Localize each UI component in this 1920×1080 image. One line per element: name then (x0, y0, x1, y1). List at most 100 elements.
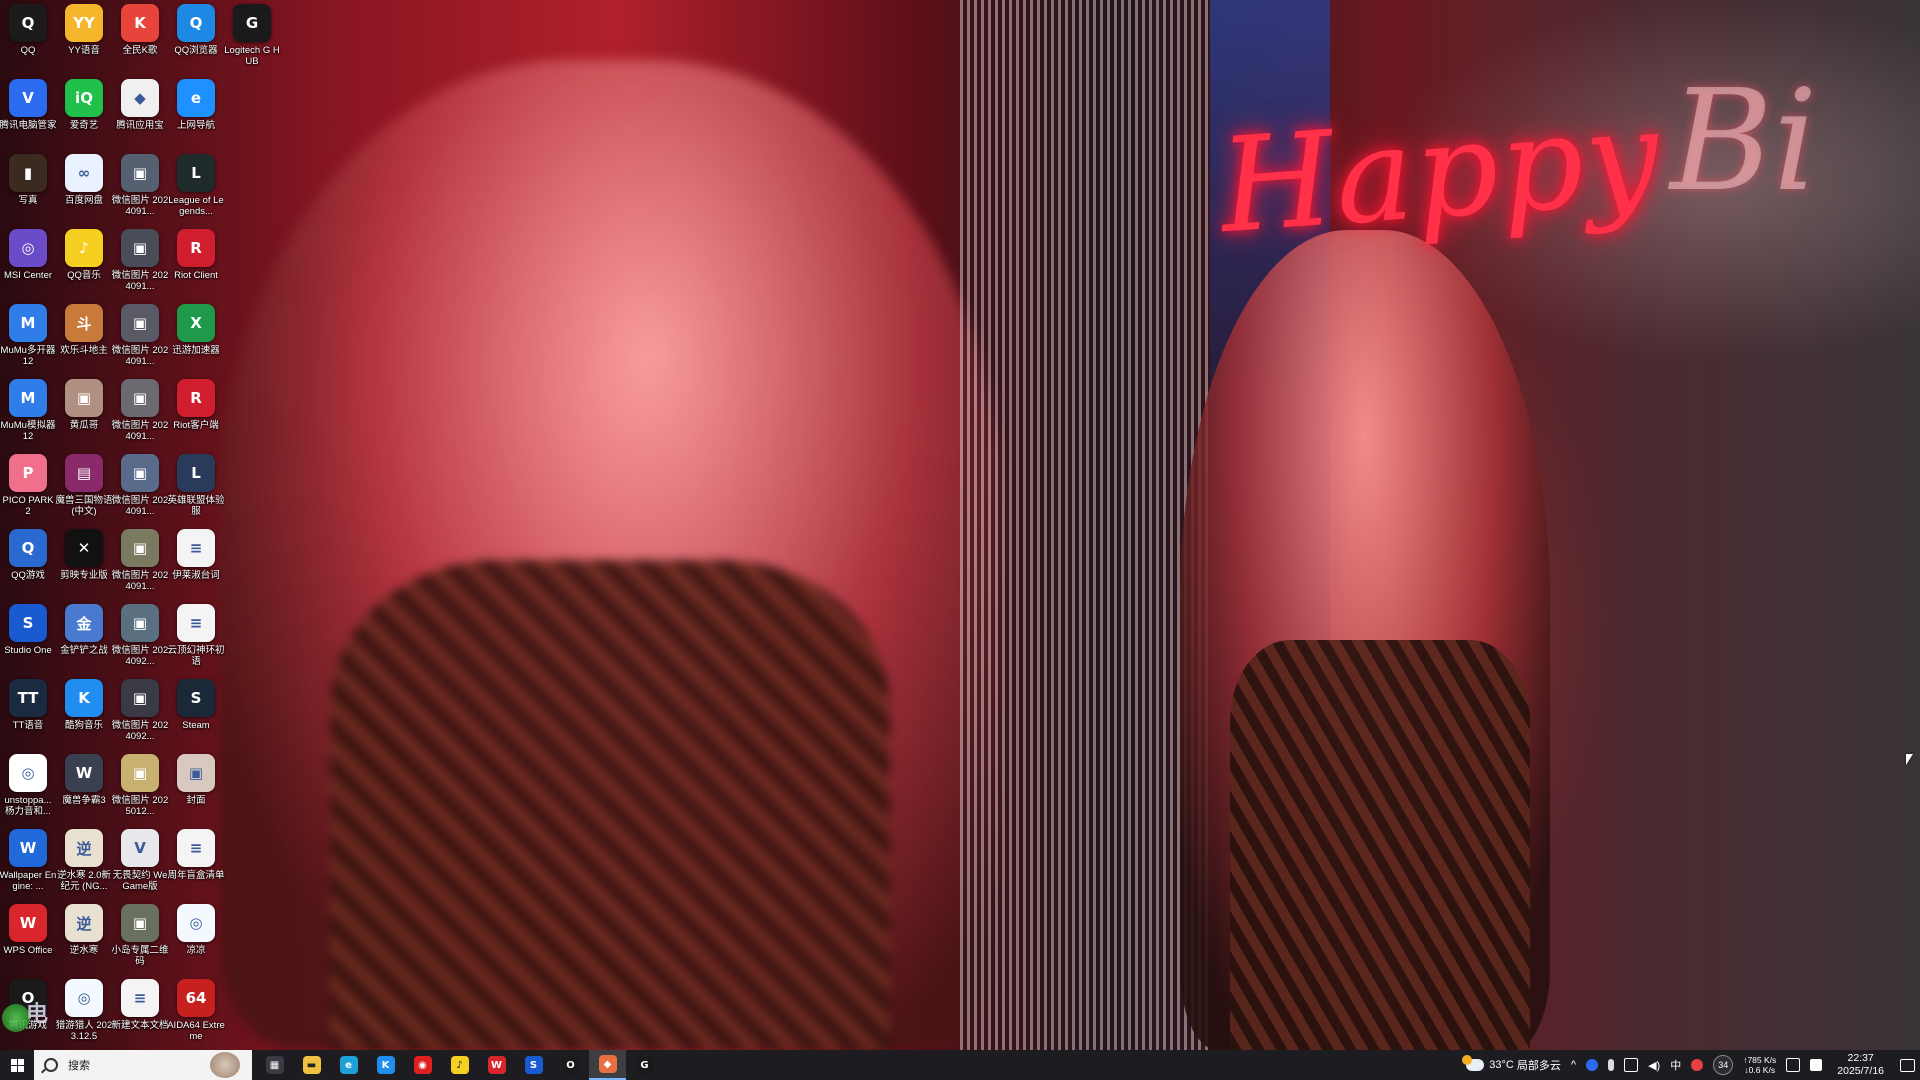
desktop-icon[interactable]: R Riot Client (168, 229, 224, 303)
start-button[interactable] (0, 1050, 34, 1080)
desktop-icon[interactable]: W Wallpaper Engine: ... (0, 829, 56, 903)
ie-icon: e (177, 79, 215, 117)
mumu-emulator-icon: M (9, 379, 47, 417)
desktop-icon[interactable]: ▣ 微信图片 2024092... (112, 604, 168, 678)
taskbar-app-button[interactable]: ♪ (441, 1050, 478, 1080)
desktop-icon[interactable]: ▣ 微信图片 2024092... (112, 679, 168, 753)
wallpaper-neon-sign: Happy (1215, 79, 1666, 263)
taskbar-app-button[interactable]: ◉ (404, 1050, 441, 1080)
desktop-icon[interactable]: ▣ 微信图片 2025012... (112, 754, 168, 828)
desktop-icon[interactable]: L League of Legends... (168, 154, 224, 228)
desktop-icon[interactable]: iQ 爱奇艺 (56, 79, 112, 153)
desktop-icon[interactable]: ◎ 凉凉 (168, 904, 224, 978)
ime-indicator[interactable]: 中 (1670, 1057, 1681, 1073)
desktop-icon[interactable]: W WPS Office (0, 904, 56, 978)
volume-icon[interactable]: ◀) (1648, 1059, 1660, 1072)
desktop-icon[interactable]: 斗欢乐斗地主 (56, 304, 112, 378)
tray-badge[interactable]: 34 (1713, 1055, 1734, 1075)
desktop-icon[interactable]: X 迅游加速器 (168, 304, 224, 378)
desktop-icon-label: PICO PARK 2 (2, 495, 54, 517)
desktop-icon[interactable]: 64 AIDA64 Extreme (167, 979, 225, 1053)
qqmusic-icon: ♪ (65, 229, 103, 267)
desktop-icon[interactable]: ▣ 微信图片 2024091... (112, 379, 168, 453)
desktop-icon[interactable]: K 酷狗音乐 (56, 679, 112, 753)
network-icon[interactable] (1624, 1058, 1639, 1072)
desktop-icon[interactable]: ◎ 猎游猎人 2023.12.5 (56, 979, 112, 1053)
desktop-icon[interactable]: ≡ 新建文本文档 (111, 979, 169, 1053)
tray-screen-icon[interactable] (1786, 1058, 1801, 1072)
taskbar-clock[interactable]: 22:37 2025/7/16 (1837, 1052, 1884, 1078)
desktop-icon[interactable]: ▣ 微信图片 2024091... (112, 304, 168, 378)
desktop-icon[interactable]: R Riot客户端 (168, 379, 224, 453)
tt-icon: TT (9, 679, 47, 717)
desktop-icon[interactable]: M MuMu模拟器12 (0, 379, 56, 453)
taskbar-app-button[interactable]: ▦ (256, 1050, 293, 1080)
desktop-icon[interactable]: ▣ 小岛专属二维码 (111, 904, 169, 978)
desktop-icon[interactable]: ✕ 剪映专业版 (56, 529, 112, 603)
wps-icon: W (9, 904, 47, 942)
desktop-icon[interactable]: 逆逆水寒 (56, 904, 112, 978)
desktop-icon[interactable]: P PICO PARK 2 (0, 454, 56, 528)
desktop-icon-label: TT语音 (12, 720, 44, 731)
weather-temp: 33°C (1489, 1059, 1514, 1071)
desktop-icon[interactable]: Q QQ浏览器 (168, 4, 224, 78)
desktop-icon[interactable]: W 魔兽争霸3 (56, 754, 112, 828)
desktop-icon[interactable]: ▮ 写真 (0, 154, 56, 228)
taskbar-app-button[interactable]: K (367, 1050, 404, 1080)
desktop-icon[interactable]: 金金铲铲之战 (56, 604, 112, 678)
desktop-icon[interactable]: L 英雄联盟体验服 (167, 454, 225, 528)
desktop-icon[interactable]: ◎ MSI Center (0, 229, 56, 303)
desktop-icon[interactable]: ◆ 腾讯应用宝 (112, 79, 168, 153)
windows-logo-icon (10, 1058, 24, 1072)
desktop-icon-label: 百度网盘 (64, 195, 103, 206)
desktop-icon[interactable]: ▤ 魔兽三国物语(中文) (55, 454, 113, 528)
desktop-icon-label: 黄瓜哥 (69, 420, 99, 431)
taskbar-app-button[interactable]: G (626, 1050, 663, 1080)
microphone-icon[interactable] (1608, 1059, 1615, 1071)
desktop-icon[interactable]: ≡ 云顶幻神环初语 (167, 604, 225, 678)
taskbar-app-button[interactable]: W (478, 1050, 515, 1080)
desktop-icon[interactable]: V 无畏契约 WeGame版 (112, 829, 168, 903)
wallpaper-beaded-curtain (960, 0, 1210, 1050)
desktop-icon[interactable]: G Logitech G HUB (224, 4, 280, 78)
desktop-icon[interactable]: K 全民K歌 (112, 4, 168, 78)
desktop-icon[interactable]: S Studio One (0, 604, 56, 678)
taskbar-app-button[interactable]: O (552, 1050, 589, 1080)
desktop-icon[interactable]: ▣ 封面 (168, 754, 224, 828)
taskbar-app-button[interactable]: e (330, 1050, 367, 1080)
taskbar-app-button[interactable]: ◆ (589, 1050, 626, 1080)
desktop-icon[interactable]: ▣ 黄瓜哥 (56, 379, 112, 453)
desktop-icon[interactable]: YY YY语音 (56, 4, 112, 78)
desktop-icon[interactable]: ≡ 伊莱淑台词 (168, 529, 224, 603)
desktop-icon[interactable]: V 腾讯电脑管家 (0, 79, 57, 153)
desktop-icon-label: 欢乐斗地主 (60, 345, 108, 356)
desktop-icon[interactable]: ≡ 周年盲盒清单 (167, 829, 225, 903)
notification-center-icon[interactable] (1894, 1050, 1920, 1080)
desktop-icon-label: unstoppa... 杨力音和... (4, 795, 52, 817)
weather-widget[interactable]: 33°C 局部多云 (1462, 1055, 1561, 1073)
taskbar-app-button[interactable]: ▬ (293, 1050, 330, 1080)
app-file-icon: ◎ (65, 979, 103, 1017)
desktop-icon[interactable]: ▣ 微信图片 2024091... (112, 154, 168, 228)
tray-guard-icon[interactable] (1586, 1059, 1599, 1071)
desktop-icon[interactable]: 逆逆水寒 2.0新纪元 (NG... (56, 829, 112, 903)
desktop-icon[interactable]: Q QQ (0, 4, 56, 78)
network-speed: ↑785 K/s ↓0.6 K/s (1743, 1055, 1776, 1075)
desktop-icon[interactable]: ◎ unstoppa... 杨力音和... (0, 754, 56, 828)
taskbar-app-button[interactable]: S (515, 1050, 552, 1080)
desktop-icon[interactable]: ▣ 微信图片 2024091... (112, 529, 168, 603)
tray-capture-icon[interactable] (1810, 1059, 1823, 1071)
desktop-icon[interactable]: ▣ 微信图片 2024091... (112, 454, 168, 528)
desktop-icon-label: MSI Center (3, 270, 53, 281)
tray-app-red-icon[interactable] (1691, 1059, 1704, 1071)
desktop-icon[interactable]: S Steam (168, 679, 224, 753)
desktop-icon[interactable]: ∞ 百度网盘 (56, 154, 112, 228)
show-hidden-icons-chevron-icon[interactable]: ^ (1571, 1059, 1576, 1071)
desktop-icon[interactable]: M MuMu多开器12 (0, 304, 56, 378)
desktop-icon[interactable]: ♪ QQ音乐 (56, 229, 112, 303)
desktop-icon[interactable]: e 上网导航 (168, 79, 224, 153)
desktop-icon[interactable]: ▣ 微信图片 2024091... (112, 229, 168, 303)
desktop-icon[interactable]: TT TT语音 (0, 679, 56, 753)
desktop-icon[interactable]: Q QQ游戏 (0, 529, 56, 603)
taskbar-search-box[interactable]: 搜索 (34, 1050, 252, 1080)
